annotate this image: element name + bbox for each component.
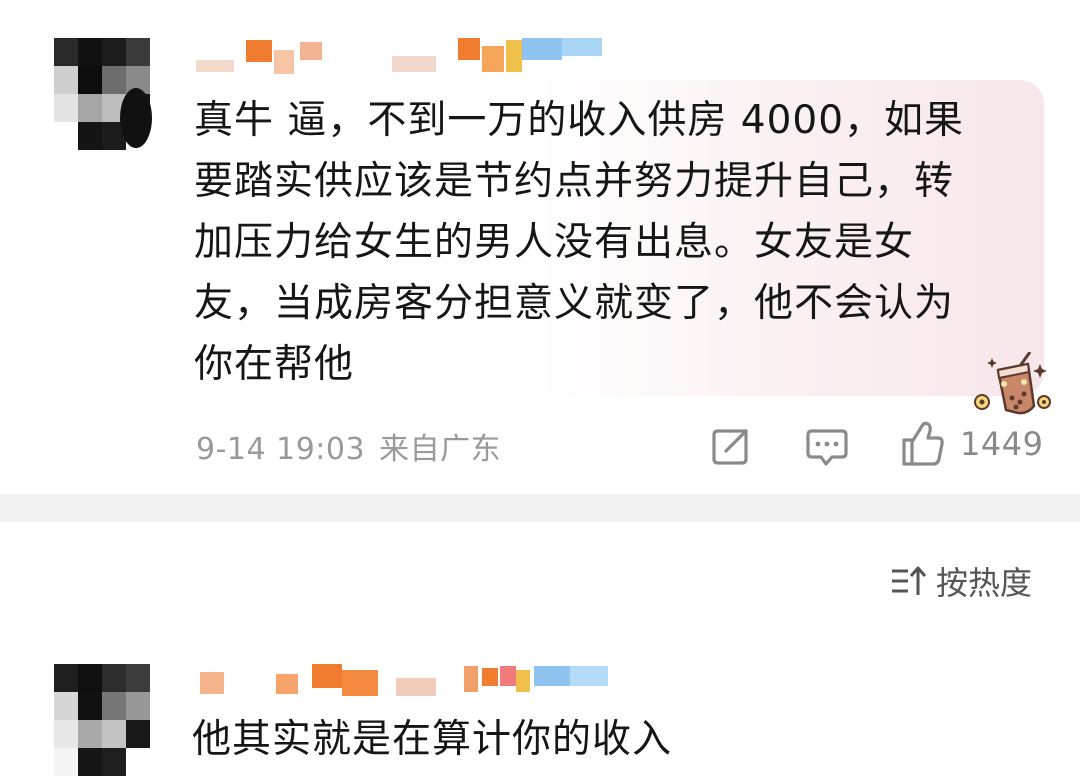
thumbs-up-icon[interactable] bbox=[900, 420, 946, 468]
comment-text: 他其实就是在算计你的收入 bbox=[192, 717, 673, 762]
like-count: 1449 bbox=[960, 425, 1044, 463]
sort-icon bbox=[892, 566, 927, 595]
username[interactable] bbox=[200, 662, 610, 702]
comment-text-line: 友，当成房客分担意义就变了，他不会认为 bbox=[194, 281, 955, 326]
share-icon[interactable] bbox=[708, 423, 754, 469]
comment-icon[interactable] bbox=[804, 423, 850, 469]
comment-meta: 9-14 19:03 来自广东 bbox=[196, 424, 515, 468]
avatar[interactable] bbox=[54, 38, 152, 150]
bubble-tea-sticker bbox=[974, 352, 1051, 415]
comment-text: 真牛 逼，不到一万的收入供房 4000，如果 要踏实供应该是节约点并努力提升自己… bbox=[194, 90, 1014, 395]
username[interactable] bbox=[196, 36, 606, 76]
sort-toggle[interactable]: 按热度 bbox=[888, 558, 1032, 604]
comment-text-line: 真牛 逼，不到一万的收入供房 4000，如果 bbox=[194, 98, 965, 143]
like-button[interactable]: 1449 bbox=[900, 420, 1043, 468]
comment-time: 9-14 19:03 bbox=[196, 432, 366, 467]
comment-text-line: 加压力给女生的男人没有出息。女友是女 bbox=[194, 220, 915, 265]
comment-location: 来自广东 bbox=[379, 432, 502, 467]
section-divider bbox=[0, 494, 1080, 522]
comment-text-line: 你在帮他 bbox=[194, 342, 355, 387]
comment-text-line: 要踏实供应该是节约点并努力提升自己，转 bbox=[194, 159, 955, 204]
sort-label: 按热度 bbox=[936, 564, 1033, 602]
avatar[interactable] bbox=[54, 664, 150, 776]
